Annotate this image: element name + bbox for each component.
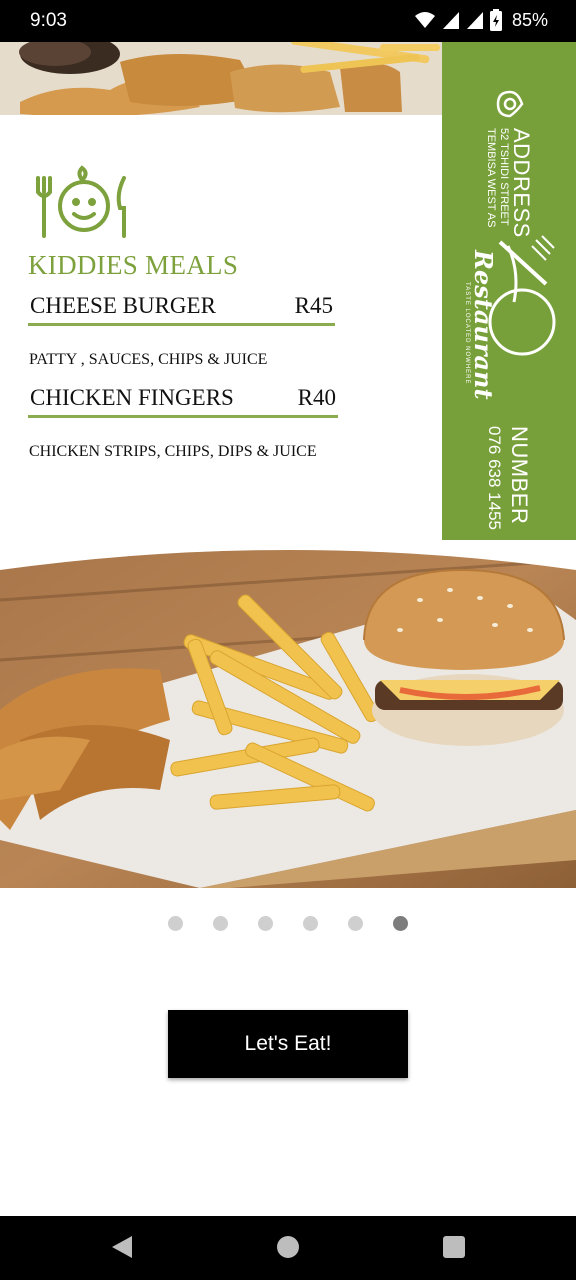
status-time: 9:03 — [30, 10, 67, 31]
status-bar: 9:03 85% — [0, 0, 576, 42]
page-dot[interactable] — [168, 916, 183, 931]
page-dot[interactable] — [303, 916, 318, 931]
signal-icon — [442, 12, 459, 29]
address-line2: TEMBISA WEST AS — [485, 128, 497, 228]
page-indicator — [0, 916, 576, 931]
menu-item-price: R45 — [294, 293, 333, 318]
back-icon[interactable] — [110, 1234, 134, 1260]
menu-item-name: CHEESE BURGER — [30, 293, 216, 318]
restaurant-logo: Restaurant TASTE LOCATED NOWHERE — [460, 232, 560, 412]
battery-percent: 85% — [511, 9, 548, 30]
lets-eat-button[interactable]: Let's Eat! — [168, 1010, 408, 1078]
logo-text: Restaurant — [469, 250, 498, 400]
menu-item-name: CHICKEN FINGERS — [30, 385, 234, 410]
menu-item-row: CHEESE BURGER R45 — [28, 292, 335, 326]
page-dot[interactable] — [213, 916, 228, 931]
page-dot-active[interactable] — [393, 916, 408, 931]
contact-panel: ADDRESS 52 TSHIDI STREET TEMBISA WEST AS… — [442, 42, 576, 570]
menu-item-price: R40 — [297, 385, 336, 410]
signal-icon — [466, 12, 483, 29]
menu-item-description: PATTY , SAUCES, CHIPS & JUICE — [29, 351, 268, 368]
logo-tagline: TASTE LOCATED NOWHERE — [464, 282, 470, 385]
section-title: KIDDIES MEALS — [28, 250, 239, 280]
recents-icon[interactable] — [442, 1234, 466, 1260]
location-pin-icon — [496, 90, 524, 118]
number-heading: NUMBER — [507, 426, 532, 525]
menu-item-row: CHICKEN FINGERS R40 — [28, 384, 338, 418]
food-photo — [0, 540, 576, 888]
status-icons: 85% — [414, 9, 548, 31]
menu-item-description: CHICKEN STRIPS, CHIPS, DIPS & JUICE — [29, 443, 317, 460]
menu-card[interactable]: ADDRESS 52 TSHIDI STREET TEMBISA WEST AS… — [0, 42, 576, 888]
address-line1: 52 TSHIDI STREET — [498, 128, 510, 226]
home-icon[interactable] — [276, 1234, 300, 1260]
page-dot[interactable] — [258, 916, 273, 931]
address-heading: ADDRESS — [509, 128, 534, 238]
battery-icon — [489, 9, 502, 31]
kids-meal-icon — [36, 165, 126, 238]
wifi-icon — [414, 12, 435, 28]
phone-number: 076 638 1455 — [485, 426, 504, 530]
navigation-bar — [0, 1216, 576, 1280]
page-dot[interactable] — [348, 916, 363, 931]
top-food-photo — [0, 42, 442, 115]
